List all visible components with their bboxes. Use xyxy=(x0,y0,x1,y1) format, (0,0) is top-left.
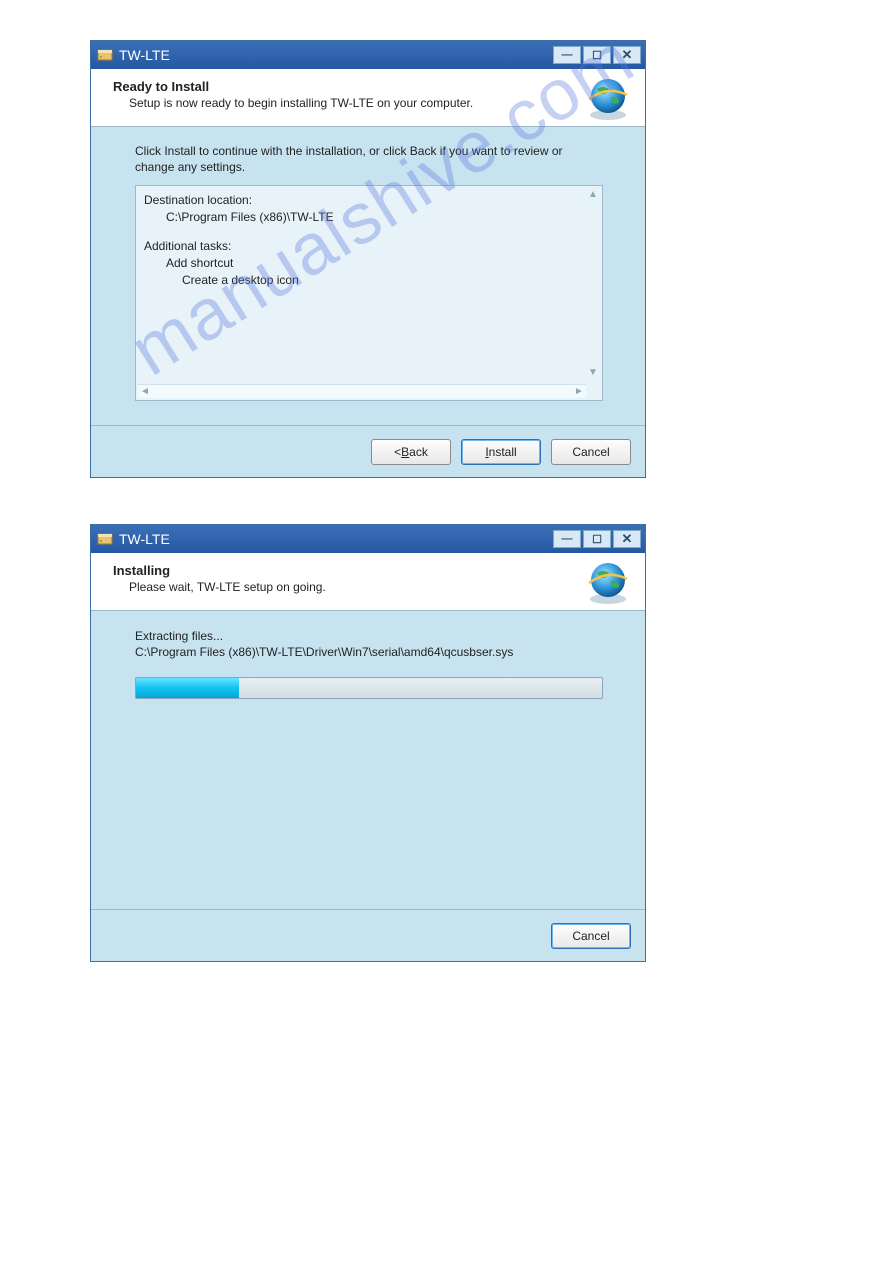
close-icon: ✕ xyxy=(622,531,633,547)
scroll-right-icon[interactable]: ► xyxy=(572,385,586,399)
summary-box: Destination location: C:\Program Files (… xyxy=(135,185,603,401)
install-button[interactable]: Install xyxy=(461,439,541,465)
tasks-label: Additional tasks: xyxy=(144,238,594,255)
installer-icon xyxy=(97,531,113,547)
window-controls: — ☐ ✕ xyxy=(553,530,641,548)
titlebar[interactable]: TW-LTE — ☐ ✕ xyxy=(91,41,645,69)
header-panel: Ready to Install Setup is now ready to b… xyxy=(91,69,645,127)
body-panel: Extracting files... C:\Program Files (x8… xyxy=(91,611,645,711)
titlebar-text: TW-LTE xyxy=(119,531,553,547)
body-panel: Click Install to continue with the insta… xyxy=(91,127,645,413)
installer-window-progress: TW-LTE — ☐ ✕ Installing Please wait, TW-… xyxy=(90,524,646,962)
header-subtitle: Please wait, TW-LTE setup on going. xyxy=(129,580,631,594)
extracting-path: C:\Program Files (x86)\TW-LTE\Driver\Win… xyxy=(135,645,601,659)
extracting-label: Extracting files... xyxy=(135,629,601,643)
installer-window-ready: TW-LTE — ☐ ✕ Ready to Install Setup is n… xyxy=(90,40,646,478)
cancel-button[interactable]: Cancel xyxy=(551,923,631,949)
scroll-down-icon[interactable]: ▼ xyxy=(586,366,600,380)
header-panel: Installing Please wait, TW-LTE setup on … xyxy=(91,553,645,611)
scroll-up-icon[interactable]: ▲ xyxy=(586,188,600,202)
minimize-button[interactable]: — xyxy=(553,46,581,64)
globe-icon xyxy=(585,559,631,605)
globe-icon xyxy=(585,75,631,121)
maximize-button[interactable]: ☐ xyxy=(583,46,611,64)
maximize-button[interactable]: ☐ xyxy=(583,530,611,548)
horizontal-scrollbar[interactable]: ◄ ► xyxy=(138,384,586,398)
footer-panel: Cancel xyxy=(91,909,645,961)
destination-label: Destination location: xyxy=(144,192,594,209)
footer-panel: < Back Install Cancel xyxy=(91,425,645,477)
close-icon: ✕ xyxy=(622,47,633,63)
header-subtitle: Setup is now ready to begin installing T… xyxy=(129,96,631,110)
header-title: Installing xyxy=(113,563,631,578)
scroll-left-icon[interactable]: ◄ xyxy=(138,385,152,399)
instruction-text: Click Install to continue with the insta… xyxy=(135,143,601,175)
maximize-icon: ☐ xyxy=(592,533,602,546)
back-button[interactable]: < Back xyxy=(371,439,451,465)
destination-path: C:\Program Files (x86)\TW-LTE xyxy=(144,209,594,226)
window-controls: — ☐ ✕ xyxy=(553,46,641,64)
progress-bar xyxy=(135,677,603,699)
progress-fill xyxy=(136,678,239,698)
close-button[interactable]: ✕ xyxy=(613,46,641,64)
task-add-shortcut: Add shortcut xyxy=(144,255,594,272)
titlebar[interactable]: TW-LTE — ☐ ✕ xyxy=(91,525,645,553)
cancel-button[interactable]: Cancel xyxy=(551,439,631,465)
task-desktop-icon: Create a desktop icon xyxy=(144,272,594,289)
maximize-icon: ☐ xyxy=(592,49,602,62)
titlebar-text: TW-LTE xyxy=(119,47,553,63)
close-button[interactable]: ✕ xyxy=(613,530,641,548)
minimize-icon: — xyxy=(562,49,573,61)
installer-icon xyxy=(97,47,113,63)
header-title: Ready to Install xyxy=(113,79,631,94)
minimize-icon: — xyxy=(562,533,573,545)
minimize-button[interactable]: — xyxy=(553,530,581,548)
